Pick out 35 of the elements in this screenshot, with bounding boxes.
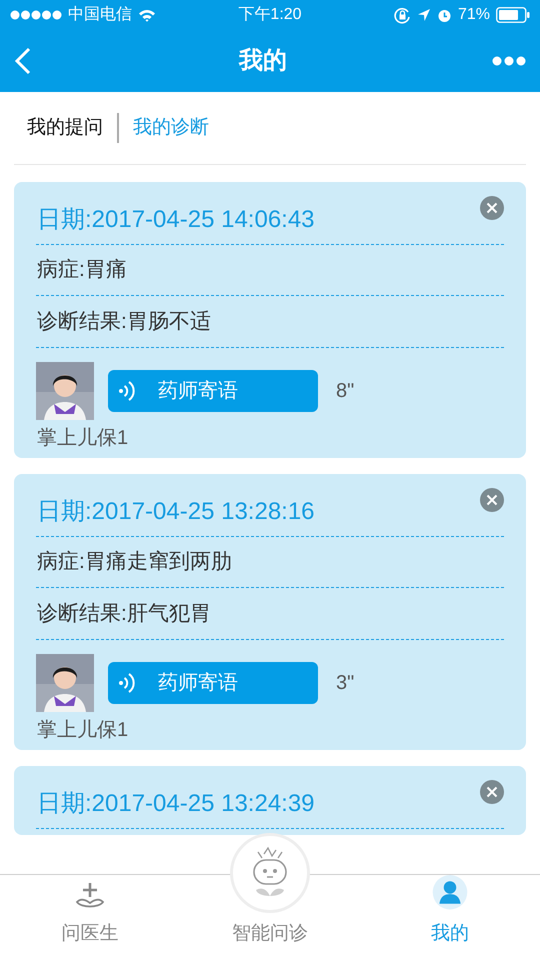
carrier-name: 中国电信 [68,4,132,25]
segment-tab[interactable]: 我的提问 [27,114,103,142]
tab-bar-item[interactable]: 智能问诊 [180,875,360,960]
close-icon [486,786,498,798]
signal-icon [10,10,62,20]
record-date: 日期:2017-04-25 13:28:16 [37,497,316,527]
voice-duration: 3" [336,671,354,696]
voice-duration: 8" [336,379,354,404]
close-button[interactable] [480,488,504,512]
record-date: 日期:2017-04-25 13:24:39 [37,789,316,819]
user-icon [432,875,468,910]
close-button[interactable] [480,780,504,804]
rotation-lock-icon [394,6,411,24]
battery-percentage: 71% [458,5,490,25]
close-button[interactable] [480,196,504,220]
doctor-name: 掌上儿保1 [36,426,130,451]
voice-message-button[interactable]: 药师寄语 [108,370,318,412]
symptom-text: 病症:胃痛 [36,257,128,284]
wifi-icon [138,8,156,22]
close-icon [486,202,498,214]
doctor-name: 掌上儿保1 [36,718,130,743]
location-icon [416,8,431,22]
page-title: 我的 [239,46,287,76]
record-date: 日期:2017-04-25 14:06:43 [37,205,316,235]
tab-bar-item[interactable]: 我的 [360,875,540,960]
close-icon [486,494,498,506]
segment-tab[interactable]: 我的诊断 [133,114,209,142]
battery-icon [496,7,530,23]
clock-time: 下午1:20 [238,5,302,25]
diagnosis-text: 诊断结果:胃肠不适 [36,308,212,335]
voice-message-button[interactable]: 药师寄语 [108,662,318,704]
symptom-text: 病症:胃痛走窜到两肋 [36,549,233,576]
diagnosis-text: 诊断结果:肝气犯胃 [36,600,212,627]
tab-bar-item[interactable]: 问医生 [0,875,180,960]
alarm-icon [436,8,452,22]
